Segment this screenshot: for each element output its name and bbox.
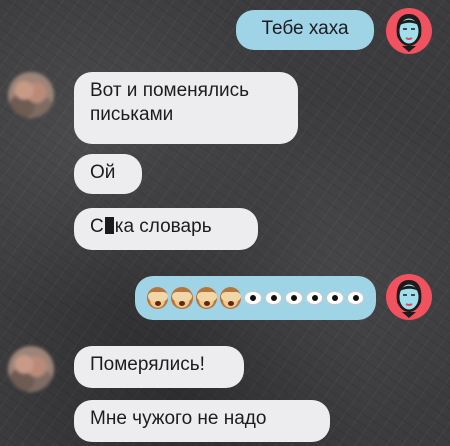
message-text-end: ка словарь (114, 216, 212, 237)
friend-avatar[interactable] (8, 346, 54, 392)
my-avatar[interactable] (386, 8, 432, 54)
scream-monkey-icon (219, 287, 242, 309)
message-incoming-2[interactable]: Ой (74, 154, 142, 194)
eyes-icon (264, 291, 283, 305)
eyes-icon (285, 291, 303, 305)
scream-monkey-icon (195, 287, 217, 309)
message-incoming-3[interactable]: Ска словарь (74, 208, 258, 250)
scream-monkey-icon (147, 287, 169, 309)
eyes-icon (326, 291, 344, 305)
message-outgoing-1[interactable]: Тебе хаха (236, 10, 374, 50)
eyes-icon (346, 291, 365, 305)
scream-monkey-icon (171, 287, 193, 309)
censor-bar (104, 217, 114, 234)
message-incoming-5[interactable]: Мне чужого не надо (74, 400, 330, 442)
woman-face-icon (396, 14, 422, 52)
woman-face-icon (396, 280, 422, 318)
my-avatar[interactable] (386, 274, 432, 320)
message-incoming-1[interactable]: Вот и поменялись письками (74, 72, 298, 144)
message-text-start: С (90, 216, 104, 237)
eyes-icon (244, 291, 262, 305)
message-incoming-4[interactable]: Померялись! (74, 346, 244, 388)
emoji-row (147, 276, 365, 320)
friend-avatar[interactable] (8, 72, 54, 118)
eyes-icon (305, 291, 324, 305)
message-outgoing-emoji[interactable] (135, 276, 376, 320)
